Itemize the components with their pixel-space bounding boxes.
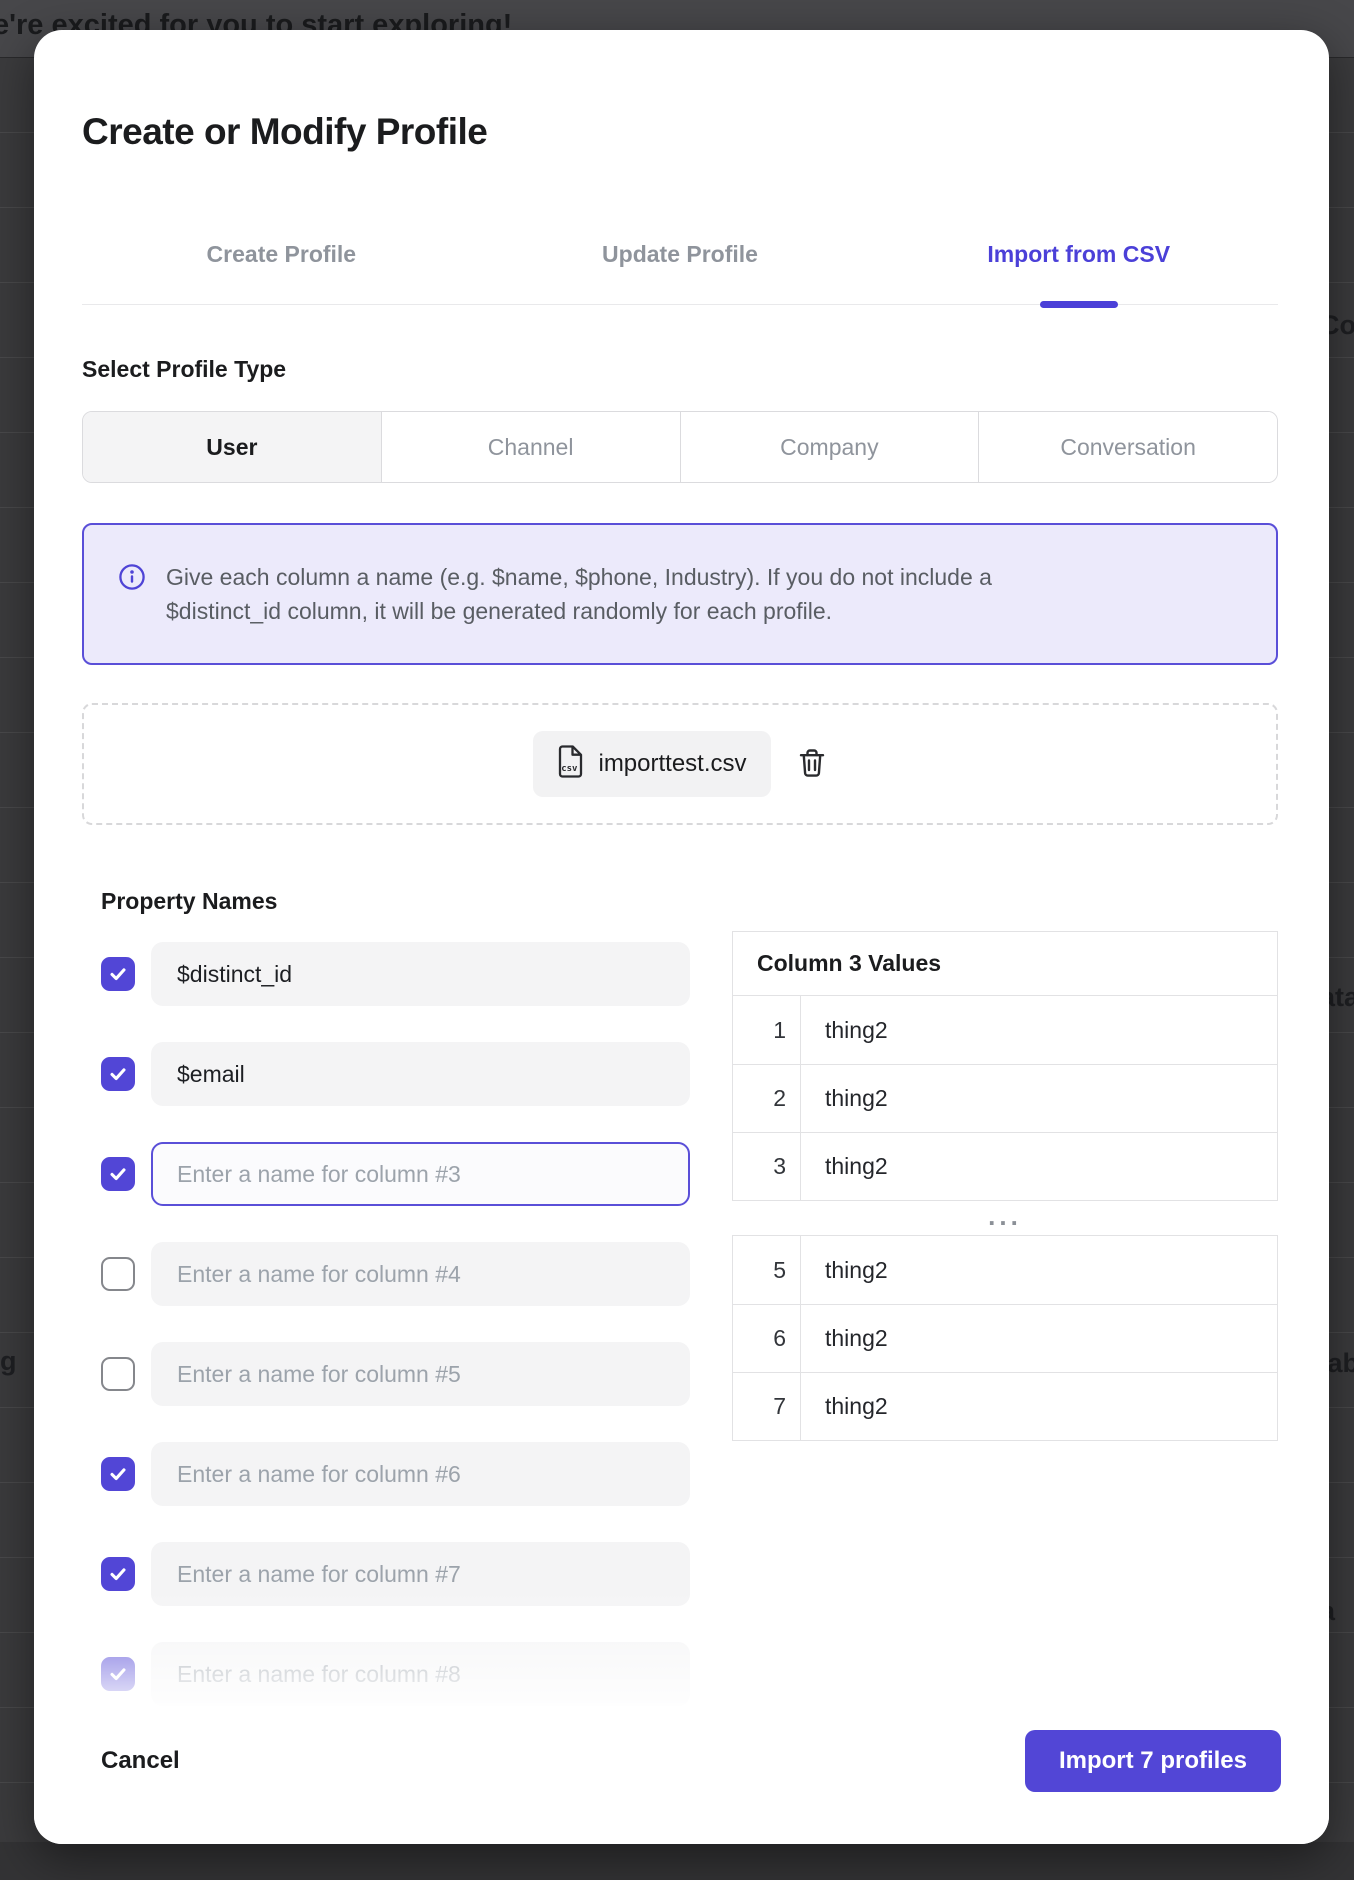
row-value: thing2 <box>801 1257 888 1284</box>
profile-type-option[interactable]: User <box>83 412 381 482</box>
values-table-row: 1 thing2 <box>733 996 1277 1064</box>
row-number: 6 <box>733 1305 801 1372</box>
cancel-button[interactable]: Cancel <box>101 1747 180 1775</box>
property-checkbox[interactable] <box>101 1357 135 1391</box>
dimmed-page-left-edge <box>0 58 36 1880</box>
property-name-input[interactable] <box>151 1042 690 1106</box>
property-checkbox[interactable] <box>101 1557 135 1591</box>
property-row <box>101 1042 690 1106</box>
csv-file-icon: csv <box>557 745 584 783</box>
remove-file-button[interactable] <box>797 747 827 782</box>
dimmed-page-bottom <box>0 1842 1354 1880</box>
property-name-input[interactable] <box>151 1442 690 1506</box>
property-checkbox[interactable] <box>101 1457 135 1491</box>
row-value: thing2 <box>801 1393 888 1420</box>
property-row <box>101 1642 690 1706</box>
info-icon <box>118 563 146 596</box>
property-checkbox[interactable] <box>101 1257 135 1291</box>
property-name-input[interactable] <box>151 1542 690 1606</box>
uploaded-file-name: importtest.csv <box>598 750 746 778</box>
values-table-header: Column 3 Values <box>733 932 1277 996</box>
property-row <box>101 942 690 1006</box>
property-row <box>101 1442 690 1506</box>
info-banner-text: Give each column a name (e.g. $name, $ph… <box>166 560 1096 628</box>
row-number: 7 <box>733 1373 801 1440</box>
row-value: thing2 <box>801 1017 888 1044</box>
modal-title: Create or Modify Profile <box>82 110 1278 154</box>
values-table-bottom: 5 thing2 6 thing2 7 thing2 <box>732 1235 1278 1441</box>
values-table-row: 3 thing2 <box>733 1132 1277 1200</box>
select-profile-type-label: Select Profile Type <box>82 355 1278 383</box>
property-name-input[interactable] <box>151 1242 690 1306</box>
property-names-column: Property Names <box>101 886 690 1742</box>
property-checkbox[interactable] <box>101 1657 135 1691</box>
property-checkbox[interactable] <box>101 1057 135 1091</box>
property-name-input[interactable] <box>151 942 690 1006</box>
property-row <box>101 1542 690 1606</box>
values-table-row: 2 thing2 <box>733 1064 1277 1132</box>
row-value: thing2 <box>801 1325 888 1352</box>
tab-create-profile[interactable]: Create Profile <box>82 239 481 269</box>
mapping-area: Property Names <box>101 886 1278 1742</box>
profile-type-segmented-control: User Channel Company Conversation <box>82 411 1278 483</box>
row-value: thing2 <box>801 1153 888 1180</box>
property-checkbox[interactable] <box>101 1157 135 1191</box>
property-name-input[interactable] <box>151 1642 690 1706</box>
info-banner: Give each column a name (e.g. $name, $ph… <box>82 523 1278 665</box>
property-row <box>101 1342 690 1406</box>
create-or-modify-profile-modal: Create or Modify Profile Create Profile … <box>34 30 1329 1844</box>
uploaded-file-chip[interactable]: csv importtest.csv <box>533 731 770 797</box>
modal-tabs: Create Profile Update Profile Import fro… <box>82 239 1278 305</box>
property-row <box>101 1142 690 1206</box>
values-table-row: 6 thing2 <box>733 1304 1277 1372</box>
profile-type-option[interactable]: Channel <box>381 412 680 482</box>
trash-icon <box>797 747 827 782</box>
row-number: 2 <box>733 1065 801 1132</box>
csv-dropzone[interactable]: csv importtest.csv <box>82 703 1278 825</box>
row-number: 5 <box>733 1236 801 1304</box>
row-number: 1 <box>733 996 801 1064</box>
values-table-row: 7 thing2 <box>733 1372 1277 1440</box>
svg-text:csv: csv <box>562 764 579 774</box>
property-name-input[interactable] <box>151 1342 690 1406</box>
values-table-row: 5 thing2 <box>733 1236 1277 1304</box>
row-number: 3 <box>733 1133 801 1200</box>
profile-type-option[interactable]: Conversation <box>978 412 1277 482</box>
property-checkbox[interactable] <box>101 957 135 991</box>
dimmed-text-fragment: g <box>0 1346 17 1377</box>
active-tab-underline <box>1040 301 1118 308</box>
tab-update-profile[interactable]: Update Profile <box>481 239 880 269</box>
property-names-heading: Property Names <box>101 886 690 916</box>
import-profiles-button[interactable]: Import 7 profiles <box>1025 1730 1281 1792</box>
tab-import-from-csv[interactable]: Import from CSV <box>879 239 1278 269</box>
property-name-input[interactable] <box>151 1142 690 1206</box>
values-table-top: Column 3 Values 1 thing2 2 thing2 <box>732 931 1278 1201</box>
profile-type-option[interactable]: Company <box>680 412 979 482</box>
property-row <box>101 1242 690 1306</box>
rows-ellipsis: ... <box>732 1201 1278 1235</box>
column-values-preview: Column 3 Values 1 thing2 2 thing2 <box>732 931 1278 1742</box>
row-value: thing2 <box>801 1085 888 1112</box>
property-rows <box>101 942 690 1706</box>
modal-footer: Cancel Import 7 profiles <box>101 1730 1281 1792</box>
